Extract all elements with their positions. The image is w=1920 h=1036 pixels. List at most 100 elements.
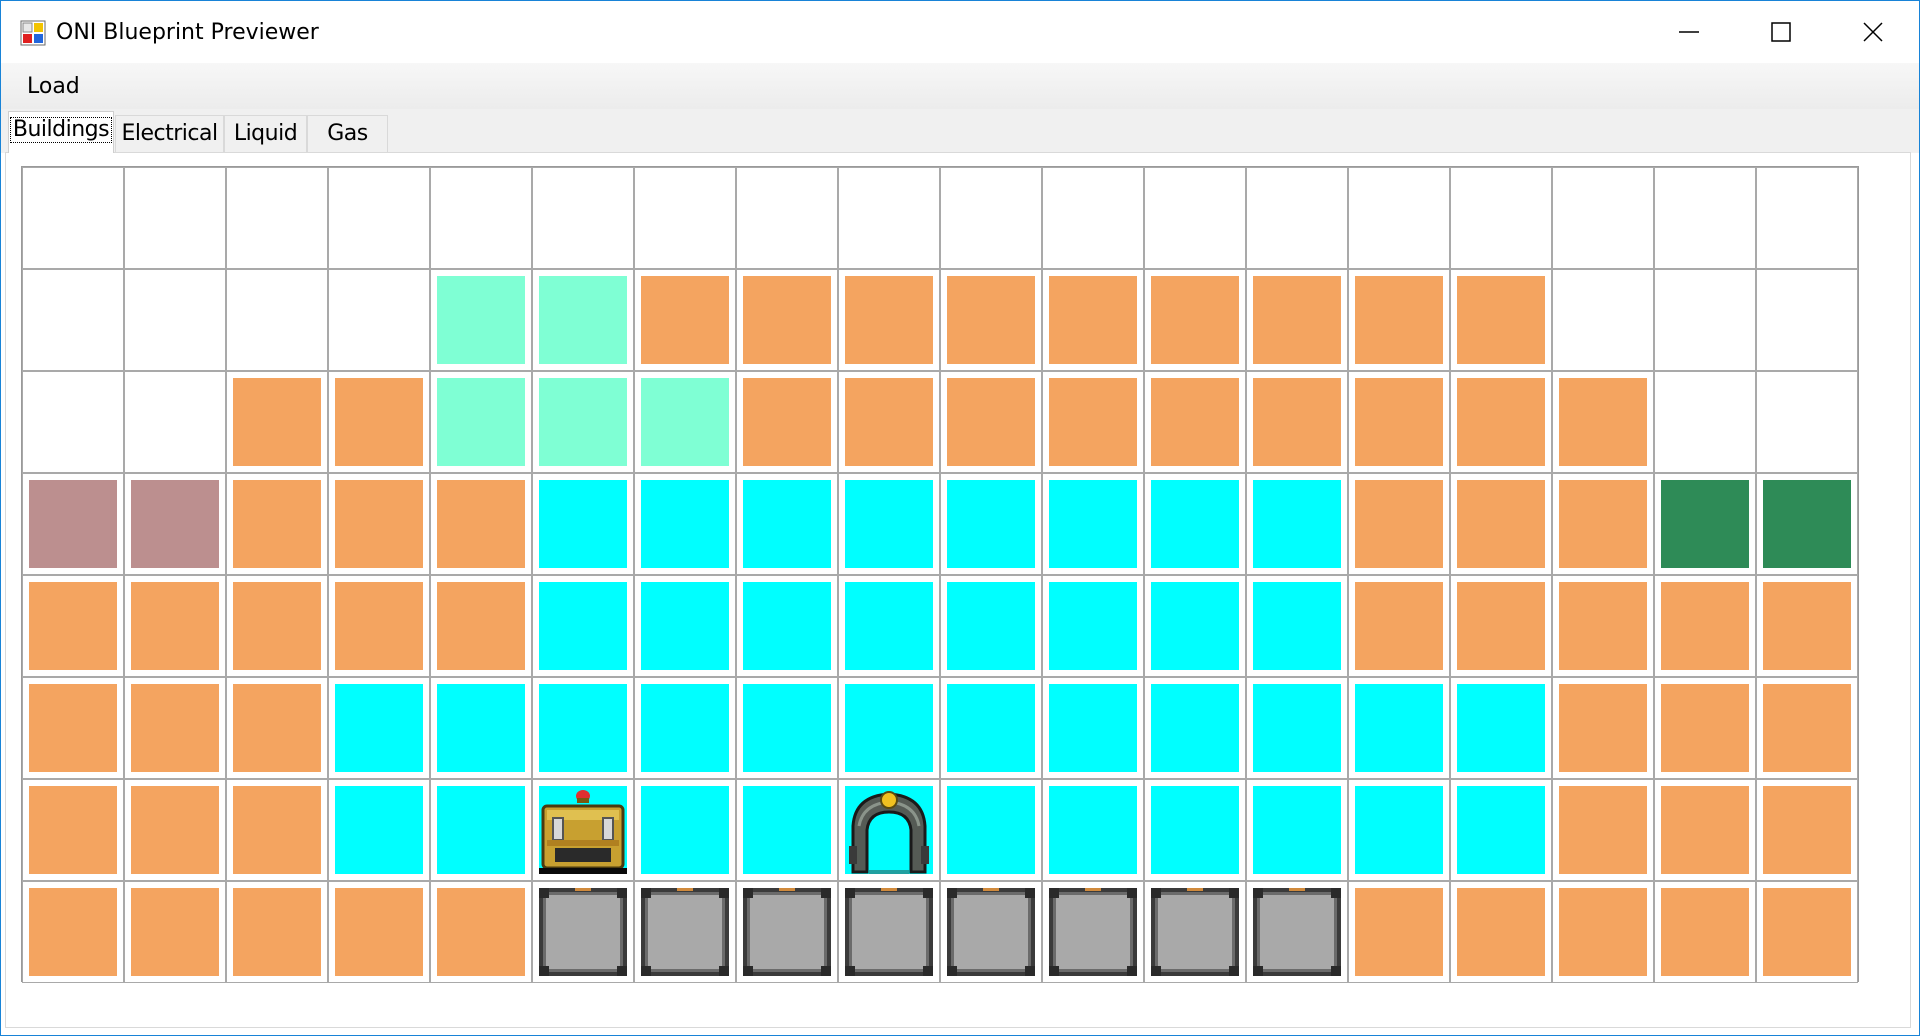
cyan-tile bbox=[1253, 684, 1341, 772]
green-tile bbox=[1763, 480, 1851, 568]
tab-electrical[interactable]: Electrical bbox=[115, 115, 224, 153]
orange-tile bbox=[1049, 378, 1137, 466]
grid-cell bbox=[736, 881, 838, 983]
title-bar[interactable]: ONI Blueprint Previewer bbox=[1, 1, 1919, 63]
grid-cell bbox=[1246, 575, 1348, 677]
grid-cell bbox=[1552, 371, 1654, 473]
orange-tile bbox=[233, 582, 321, 670]
orange-tile bbox=[437, 888, 525, 976]
grid-cell bbox=[838, 881, 940, 983]
maximize-button[interactable] bbox=[1735, 1, 1827, 63]
grid-cell bbox=[838, 575, 940, 677]
grid-cell bbox=[22, 575, 124, 677]
grid-cell bbox=[22, 473, 124, 575]
grid-cell bbox=[940, 575, 1042, 677]
grid-cell bbox=[1042, 779, 1144, 881]
grid-cell bbox=[124, 473, 226, 575]
cyan-tile bbox=[743, 480, 831, 568]
cyan-tile bbox=[947, 582, 1035, 670]
metal-tile bbox=[743, 888, 831, 976]
grid-cell bbox=[1042, 269, 1144, 371]
orange-tile bbox=[1253, 378, 1341, 466]
grid-cell bbox=[1756, 575, 1858, 677]
cyan-tile bbox=[1253, 480, 1341, 568]
cyan-tile bbox=[1049, 480, 1137, 568]
cyan-tile bbox=[947, 480, 1035, 568]
orange-tile bbox=[29, 582, 117, 670]
grid-cell bbox=[838, 269, 940, 371]
grid-cell bbox=[1756, 269, 1858, 371]
orange-tile bbox=[233, 378, 321, 466]
orange-tile bbox=[1049, 276, 1137, 364]
orange-tile bbox=[1763, 786, 1851, 874]
orange-tile bbox=[947, 378, 1035, 466]
grid-cell bbox=[430, 269, 532, 371]
grid-cell bbox=[1246, 677, 1348, 779]
grid-cell bbox=[226, 677, 328, 779]
orange-tile bbox=[335, 378, 423, 466]
orange-tile bbox=[131, 582, 219, 670]
grid-cell bbox=[838, 779, 940, 881]
tab-liquid[interactable]: Liquid bbox=[224, 115, 307, 153]
orange-tile bbox=[1559, 786, 1647, 874]
grid-cell bbox=[328, 575, 430, 677]
tab-electrical-label: Electrical bbox=[121, 121, 218, 146]
window-title: ONI Blueprint Previewer bbox=[56, 20, 319, 45]
grid-cell bbox=[1348, 167, 1450, 269]
cyan-tile bbox=[1049, 786, 1137, 874]
orange-tile bbox=[1355, 378, 1443, 466]
grid-cell bbox=[430, 779, 532, 881]
cyan-tile bbox=[437, 786, 525, 874]
cyan-tile bbox=[743, 786, 831, 874]
cyan-tile bbox=[1253, 582, 1341, 670]
cyan-tile bbox=[845, 480, 933, 568]
grid-cell bbox=[1450, 779, 1552, 881]
grid-cell bbox=[532, 269, 634, 371]
grid-cell bbox=[1348, 269, 1450, 371]
tab-buildings[interactable]: Buildings bbox=[8, 111, 114, 153]
cyan-tile bbox=[539, 582, 627, 670]
cyan-tile bbox=[1049, 582, 1137, 670]
grid-cell bbox=[1654, 779, 1756, 881]
grid-cell bbox=[940, 371, 1042, 473]
grid-cell bbox=[124, 779, 226, 881]
minimize-button[interactable] bbox=[1643, 1, 1735, 63]
grid-cell bbox=[1144, 677, 1246, 779]
grid-cell bbox=[1756, 779, 1858, 881]
orange-tile bbox=[1355, 480, 1443, 568]
metal-tile bbox=[641, 888, 729, 976]
grid-cell bbox=[1552, 881, 1654, 983]
orange-tile bbox=[1661, 888, 1749, 976]
cyan-tile bbox=[1049, 684, 1137, 772]
grid-cell bbox=[1552, 677, 1654, 779]
green-tile bbox=[1661, 480, 1749, 568]
cyan-tile bbox=[641, 786, 729, 874]
tab-gas[interactable]: Gas bbox=[307, 115, 388, 153]
mint-tile bbox=[437, 378, 525, 466]
orange-tile bbox=[1661, 582, 1749, 670]
orange-tile bbox=[743, 378, 831, 466]
cyan-tile bbox=[539, 684, 627, 772]
orange-tile bbox=[1763, 888, 1851, 976]
orange-tile bbox=[1559, 480, 1647, 568]
mint-tile bbox=[437, 276, 525, 364]
grid-cell bbox=[1246, 167, 1348, 269]
grid-cell bbox=[1042, 473, 1144, 575]
orange-tile bbox=[437, 582, 525, 670]
grid-cell bbox=[940, 269, 1042, 371]
grid-cell bbox=[226, 779, 328, 881]
grid-cell bbox=[22, 269, 124, 371]
grid-cell bbox=[1246, 371, 1348, 473]
metal-tile bbox=[947, 888, 1035, 976]
orange-tile bbox=[131, 888, 219, 976]
grid-cell bbox=[430, 167, 532, 269]
grid-cell bbox=[634, 677, 736, 779]
grid-cell bbox=[940, 881, 1042, 983]
grid-cell bbox=[124, 881, 226, 983]
app-window: ONI Blueprint Previewer Load Buildings E… bbox=[0, 0, 1920, 1036]
cyan-tile bbox=[641, 684, 729, 772]
menu-load[interactable]: Load bbox=[15, 71, 92, 103]
metal-tile bbox=[539, 888, 627, 976]
close-button[interactable] bbox=[1827, 1, 1919, 63]
orange-tile bbox=[1661, 786, 1749, 874]
